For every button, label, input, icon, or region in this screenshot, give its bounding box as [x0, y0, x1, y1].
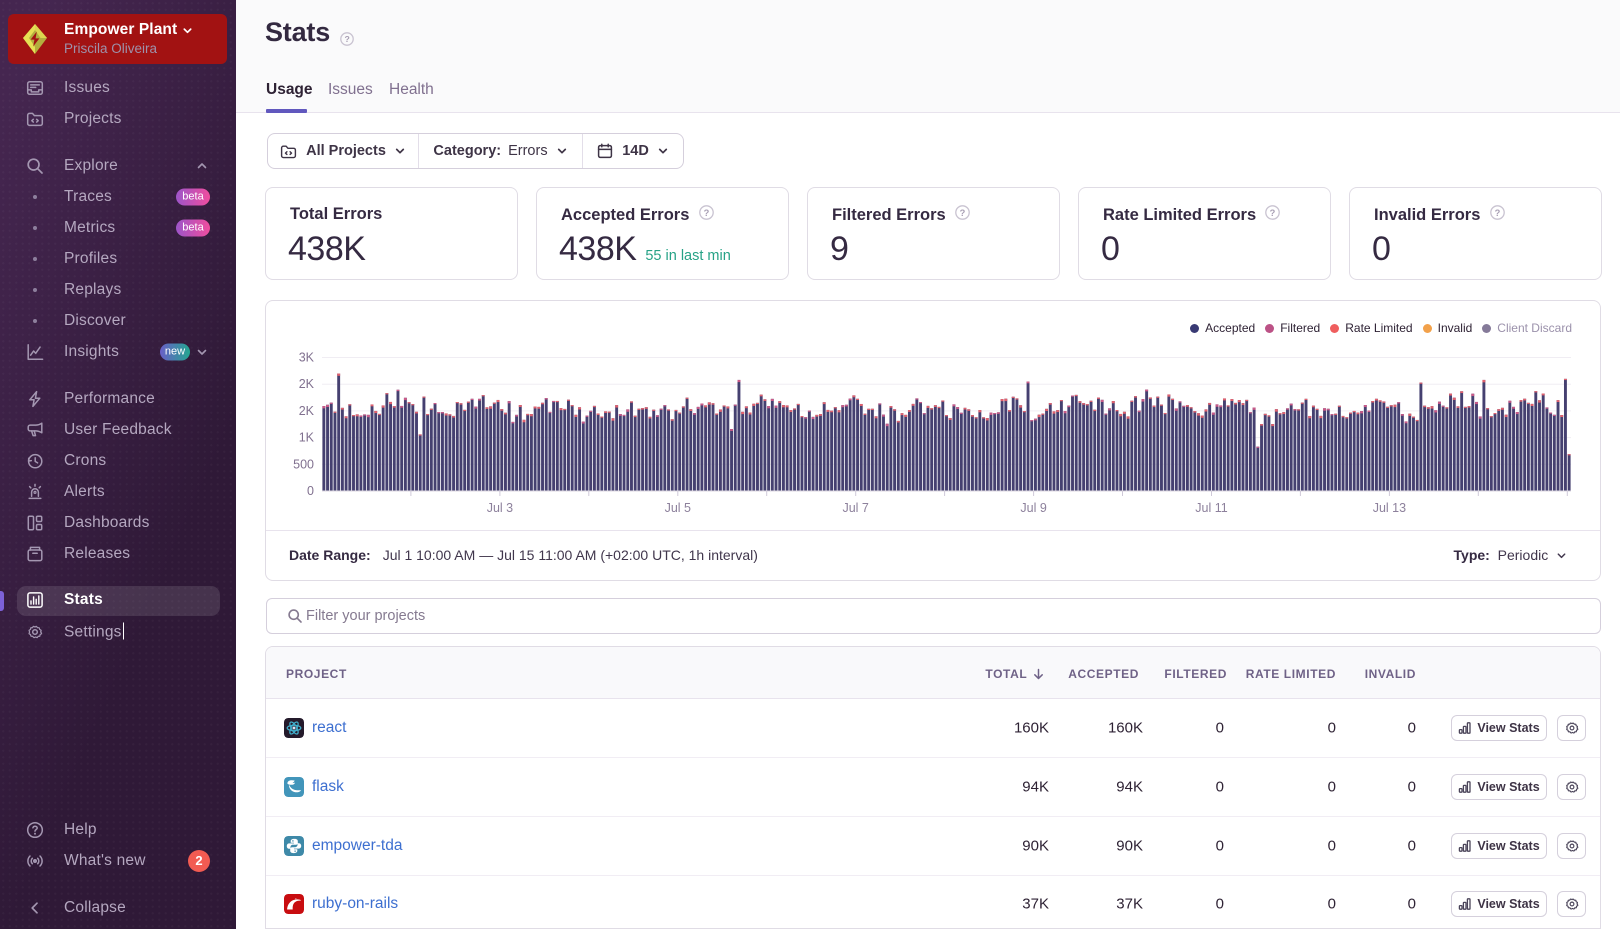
svg-text:Jul 9: Jul 9	[1020, 501, 1046, 515]
svg-text:Jul 13: Jul 13	[1373, 501, 1406, 515]
svg-text:?: ?	[960, 208, 966, 218]
svg-text:?: ?	[344, 34, 349, 44]
svg-text:Jul 7: Jul 7	[842, 501, 868, 515]
svg-text:2K: 2K	[299, 404, 315, 418]
svg-text:?: ?	[703, 208, 709, 218]
svg-text:Jul 11: Jul 11	[1195, 501, 1227, 515]
svg-text:3K: 3K	[299, 351, 315, 365]
svg-text:1K: 1K	[299, 431, 315, 445]
svg-text:?: ?	[1494, 208, 1500, 218]
svg-text:2K: 2K	[299, 377, 315, 391]
svg-text:500: 500	[293, 457, 314, 471]
svg-text:Jul 3: Jul 3	[487, 501, 513, 515]
svg-text:Jul 5: Jul 5	[665, 501, 691, 515]
svg-text:0: 0	[307, 484, 314, 498]
svg-text:?: ?	[1270, 208, 1276, 218]
